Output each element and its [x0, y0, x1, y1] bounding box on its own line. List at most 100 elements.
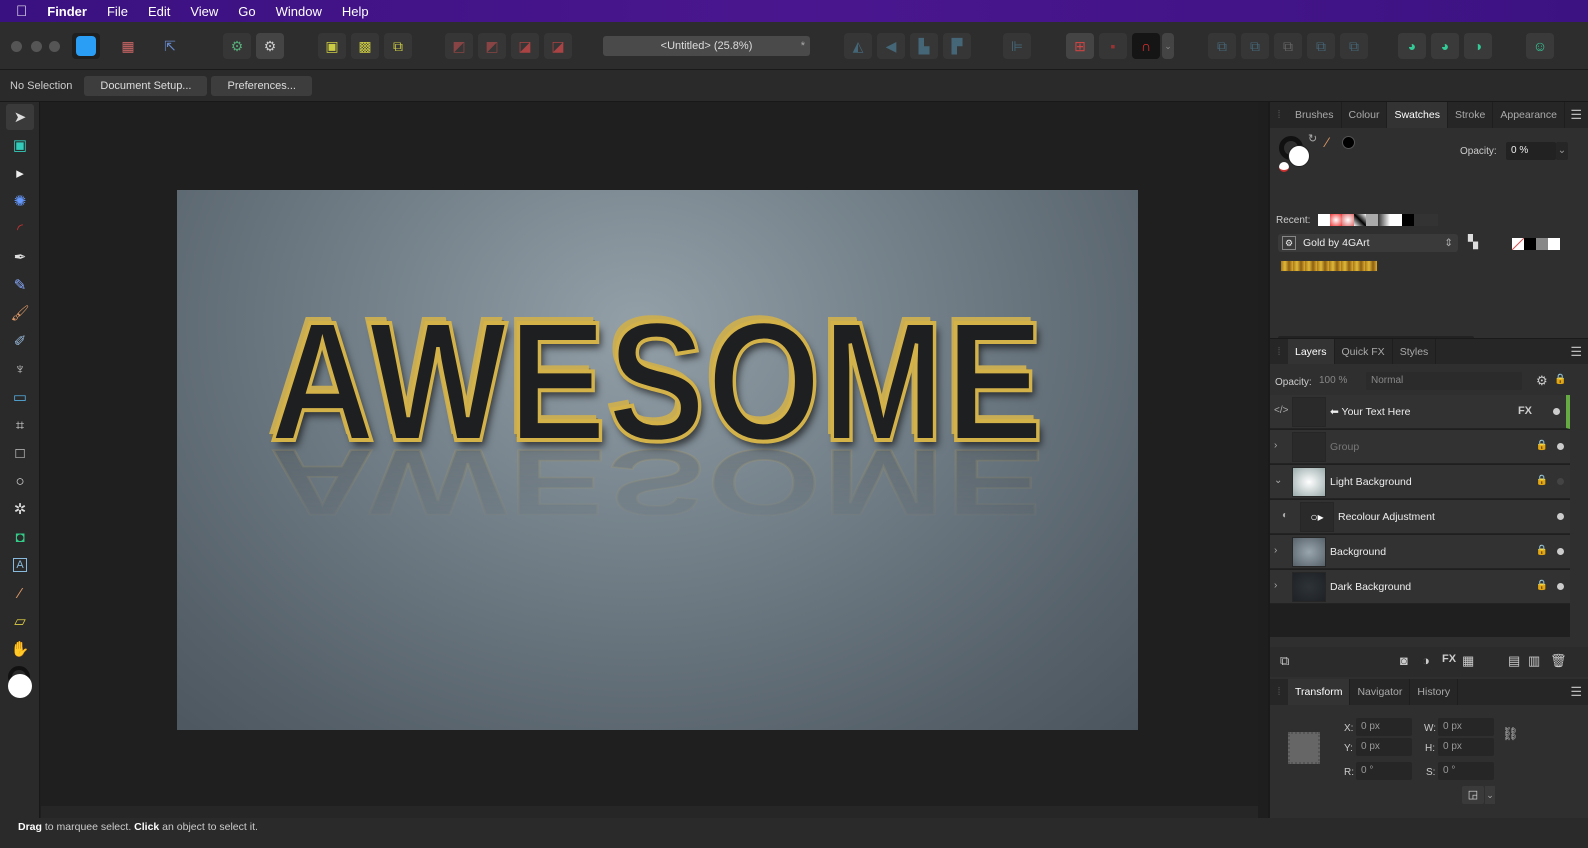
opacity-field[interactable]: 0 % — [1506, 142, 1556, 160]
eyedropper-icon[interactable]: ⁄ — [1326, 134, 1328, 150]
horizontal-scrollbar[interactable] — [41, 806, 1258, 818]
artboard-tool[interactable]: ▣ — [6, 132, 34, 158]
fill-stroke-swatch[interactable] — [5, 666, 35, 706]
artistic-text-tool[interactable]: A — [6, 552, 34, 578]
arrange-layers-icon[interactable]: ⧉ — [1280, 653, 1289, 669]
apple-menu-icon[interactable]:  — [16, 3, 27, 20]
tab-navigator[interactable]: Navigator — [1350, 679, 1411, 705]
document-title-tab[interactable]: <Untitled> (25.8%) * — [603, 36, 810, 56]
quick-colors[interactable] — [1512, 238, 1560, 250]
layer-row[interactable]: › Dark Background 🔒 — [1270, 570, 1570, 604]
flip-vertical-button[interactable]: ◀ — [877, 33, 905, 59]
layer-settings-gear-icon[interactable]: ⚙ — [1536, 373, 1548, 389]
transparency-tool[interactable]: ♆ — [6, 356, 34, 382]
export-persona-button[interactable]: ⇱ — [156, 33, 184, 59]
expand-chevron-icon[interactable]: › — [1274, 545, 1277, 556]
tab-colour[interactable]: Colour — [1342, 102, 1388, 128]
insert-behind-button[interactable]: ◕ — [1398, 33, 1426, 59]
layer-row[interactable]: </> ⬅ Your Text Here FX — [1270, 395, 1570, 429]
w-field[interactable]: 0 px — [1438, 718, 1494, 736]
layer-row[interactable]: ⌄ Light Background 🔒 — [1270, 465, 1570, 499]
select-inside-button[interactable]: ▩ — [351, 33, 379, 59]
menu-finder[interactable]: Finder — [47, 4, 87, 19]
layer-opacity-field[interactable]: 100 % — [1314, 372, 1362, 390]
menu-file[interactable]: File — [107, 4, 128, 19]
collapse-chevron-icon[interactable]: ⌄ — [1274, 475, 1282, 486]
rectangle-tool[interactable]: □ — [6, 440, 34, 466]
corner-tool[interactable]: ◜ — [6, 216, 34, 242]
pixel-persona-button[interactable]: ▦ — [114, 33, 142, 59]
lock-icon[interactable]: 🔒 — [1536, 440, 1548, 451]
tab-styles[interactable]: Styles — [1393, 339, 1437, 364]
menu-window[interactable]: Window — [276, 4, 322, 19]
select-intersect-button[interactable]: ⧉ — [384, 33, 412, 59]
add-pixel-layer-icon[interactable]: ▥ — [1528, 653, 1540, 669]
document-setup-button[interactable]: Document Setup... — [84, 75, 208, 96]
expand-chevron-icon[interactable]: › — [1274, 580, 1277, 591]
menu-view[interactable]: View — [190, 4, 218, 19]
swap-colors-icon[interactable]: ↻ — [1308, 132, 1317, 145]
live-filter-icon[interactable]: ▦ — [1462, 653, 1474, 669]
close-window-button[interactable] — [11, 41, 22, 52]
tab-quick-fx[interactable]: Quick FX — [1335, 339, 1393, 364]
arrange-front-button[interactable]: ◪ — [544, 33, 572, 59]
visibility-toggle[interactable] — [1553, 408, 1560, 415]
headline-text[interactable]: AWESOME — [244, 284, 1070, 480]
boolean-divide-button[interactable]: ⧉ — [1340, 33, 1368, 59]
transform-options-dropdown[interactable]: ⌄ — [1485, 786, 1495, 804]
view-tool[interactable]: ✋ — [6, 636, 34, 662]
picked-color-swatch[interactable] — [1342, 136, 1355, 149]
designer-persona-button[interactable] — [72, 33, 100, 59]
snap-bounds-button[interactable]: ▪ — [1099, 33, 1127, 59]
panel-menu-icon[interactable]: ☰ — [1570, 102, 1582, 128]
panel-menu-icon[interactable]: ☰ — [1570, 679, 1582, 705]
add-swatch-icon[interactable]: ▚ — [1468, 234, 1478, 250]
crop-tool[interactable]: ⌗ — [6, 412, 34, 438]
rotate-left-button[interactable]: ▙ — [910, 33, 938, 59]
shear-field[interactable]: 0 ° — [1438, 762, 1494, 780]
boolean-add-button[interactable]: ⧉ — [1208, 33, 1236, 59]
palette-selector[interactable]: ⚙ Gold by 4GArt ⇕ — [1278, 234, 1458, 252]
panel-grip-icon[interactable]: ⁞ — [1270, 679, 1288, 705]
y-field[interactable]: 0 px — [1356, 738, 1412, 756]
vector-brush-tool[interactable]: 🖌 — [6, 300, 34, 326]
arrange-back-button[interactable]: ◩ — [445, 33, 473, 59]
insert-inside-button[interactable]: ◑ — [1464, 33, 1492, 59]
fx-icon[interactable]: FX — [1518, 405, 1532, 417]
tab-stroke[interactable]: Stroke — [1448, 102, 1494, 128]
visibility-toggle[interactable] — [1557, 583, 1564, 590]
pencil-tool[interactable]: ✎ — [6, 272, 34, 298]
layer-row[interactable]: ◐ ○▸ Recolour Adjustment — [1270, 500, 1570, 534]
adjustment-icon[interactable]: ◑ — [1422, 653, 1430, 668]
gold-swatches[interactable] — [1280, 260, 1378, 272]
tab-layers[interactable]: Layers — [1288, 339, 1335, 364]
visibility-toggle[interactable] — [1557, 513, 1564, 520]
arrange-forward-button[interactable]: ◪ — [511, 33, 539, 59]
snapping-grid-button[interactable]: ⊞ — [1066, 33, 1094, 59]
rotate-right-button[interactable]: ▛ — [943, 33, 971, 59]
panel-menu-icon[interactable]: ☰ — [1570, 339, 1582, 365]
contour-tool[interactable]: ✺ — [6, 188, 34, 214]
tab-swatches[interactable]: Swatches — [1387, 102, 1448, 128]
fill-well[interactable] — [1288, 145, 1310, 167]
layer-row[interactable]: › Background 🔒 — [1270, 535, 1570, 569]
tab-transform[interactable]: Transform — [1288, 679, 1351, 705]
trash-icon[interactable]: 🗑 — [1550, 653, 1567, 669]
move-tool[interactable]: ➤ — [6, 104, 34, 130]
flip-horizontal-button[interactable]: ◭ — [844, 33, 872, 59]
visibility-toggle[interactable] — [1557, 443, 1564, 450]
fx-icon[interactable]: FX — [1442, 653, 1456, 665]
add-layer-icon[interactable]: ▤ — [1508, 653, 1520, 669]
color-picker-tool[interactable]: ⁄ — [6, 580, 34, 606]
boolean-xor-button[interactable]: ⧉ — [1307, 33, 1335, 59]
snapping-gear-button[interactable]: ⚙ — [223, 33, 251, 59]
preferences-button[interactable]: Preferences... — [211, 75, 312, 96]
rotation-field[interactable]: 0 ° — [1356, 762, 1412, 780]
menu-edit[interactable]: Edit — [148, 4, 170, 19]
insert-top-button[interactable]: ◕ — [1431, 33, 1459, 59]
panel-grip-icon[interactable]: ⁞ — [1270, 102, 1288, 128]
recent-swatches[interactable] — [1318, 214, 1438, 226]
vector-crop-tool[interactable]: ◘ — [6, 524, 34, 550]
artboard[interactable]: AWESOME AWESOME — [177, 190, 1138, 730]
h-field[interactable]: 0 px — [1438, 738, 1494, 756]
